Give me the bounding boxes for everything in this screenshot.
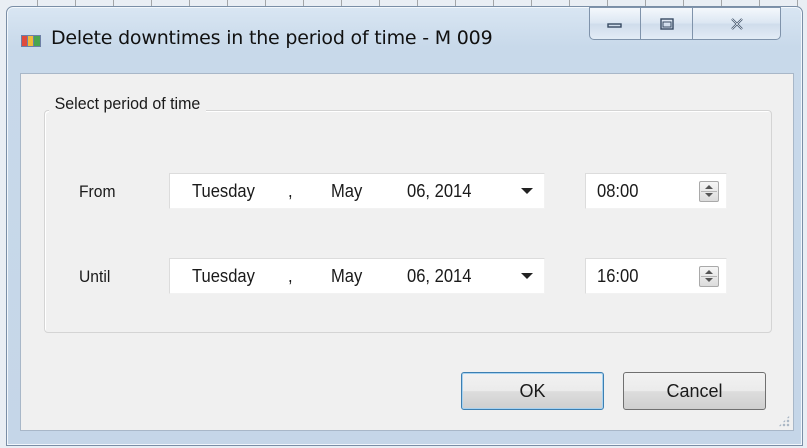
until-day-year[interactable]: 06, 2014 xyxy=(407,266,471,287)
from-label: From xyxy=(79,182,116,201)
app-icon xyxy=(21,35,41,47)
spin-down-icon[interactable] xyxy=(705,278,713,282)
from-month[interactable]: May xyxy=(331,181,362,202)
from-time-spinner[interactable] xyxy=(699,181,719,202)
minimize-button[interactable] xyxy=(589,7,641,40)
dialog-client-area: Select period of time From Tuesday , May… xyxy=(20,73,794,431)
close-button[interactable] xyxy=(693,7,781,40)
group-label: Select period of time xyxy=(49,94,206,114)
from-sep: , xyxy=(288,181,293,201)
maximize-icon xyxy=(659,17,674,30)
from-date-picker[interactable]: Tuesday , May 06, 2014 xyxy=(169,173,545,209)
until-month[interactable]: May xyxy=(331,266,362,287)
spin-down-icon[interactable] xyxy=(705,193,713,197)
until-sep: , xyxy=(288,266,293,286)
until-weekday[interactable]: Tuesday xyxy=(192,266,255,287)
spin-divider xyxy=(701,191,717,192)
dialog-window: Delete downtimes in the period of time -… xyxy=(6,6,803,446)
dropdown-arrow-icon[interactable] xyxy=(521,273,533,279)
title-bar[interactable]: Delete downtimes in the period of time -… xyxy=(7,7,802,49)
until-time[interactable]: 16:00 xyxy=(597,266,638,287)
window-title: Delete downtimes in the period of time -… xyxy=(51,27,493,49)
maximize-button[interactable] xyxy=(641,7,693,40)
until-time-spinner[interactable] xyxy=(699,266,719,287)
dropdown-arrow-icon[interactable] xyxy=(521,188,533,194)
spin-up-icon[interactable] xyxy=(705,270,713,274)
ok-button[interactable]: OK xyxy=(461,372,604,410)
spin-up-icon[interactable] xyxy=(705,185,713,189)
from-day-year[interactable]: 06, 2014 xyxy=(407,181,471,202)
from-weekday[interactable]: Tuesday xyxy=(192,181,255,202)
resize-grip-icon[interactable] xyxy=(778,415,790,427)
minimize-icon xyxy=(607,22,622,28)
until-date-picker[interactable]: Tuesday , May 06, 2014 xyxy=(169,258,545,294)
spin-divider xyxy=(701,276,717,277)
period-group-box xyxy=(44,110,772,333)
from-time-picker[interactable]: 08:00 xyxy=(585,173,727,209)
until-time-picker[interactable]: 16:00 xyxy=(585,258,727,294)
from-time[interactable]: 08:00 xyxy=(597,181,638,202)
cancel-button[interactable]: Cancel xyxy=(623,372,766,410)
close-icon xyxy=(730,17,743,30)
until-label: Until xyxy=(79,267,111,286)
